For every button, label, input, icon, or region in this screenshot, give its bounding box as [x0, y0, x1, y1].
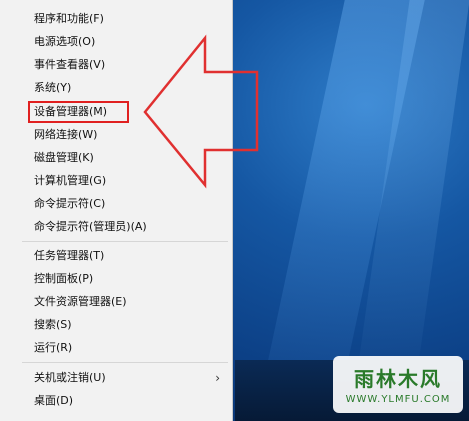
watermark-title: 雨林木风: [354, 367, 442, 391]
left-arrow-outline: [143, 34, 259, 189]
watermark-url: WWW.YLMFU.COM: [345, 394, 451, 405]
watermark-logo: 雨林木风 WWW.YLMFU.COM: [333, 356, 463, 413]
